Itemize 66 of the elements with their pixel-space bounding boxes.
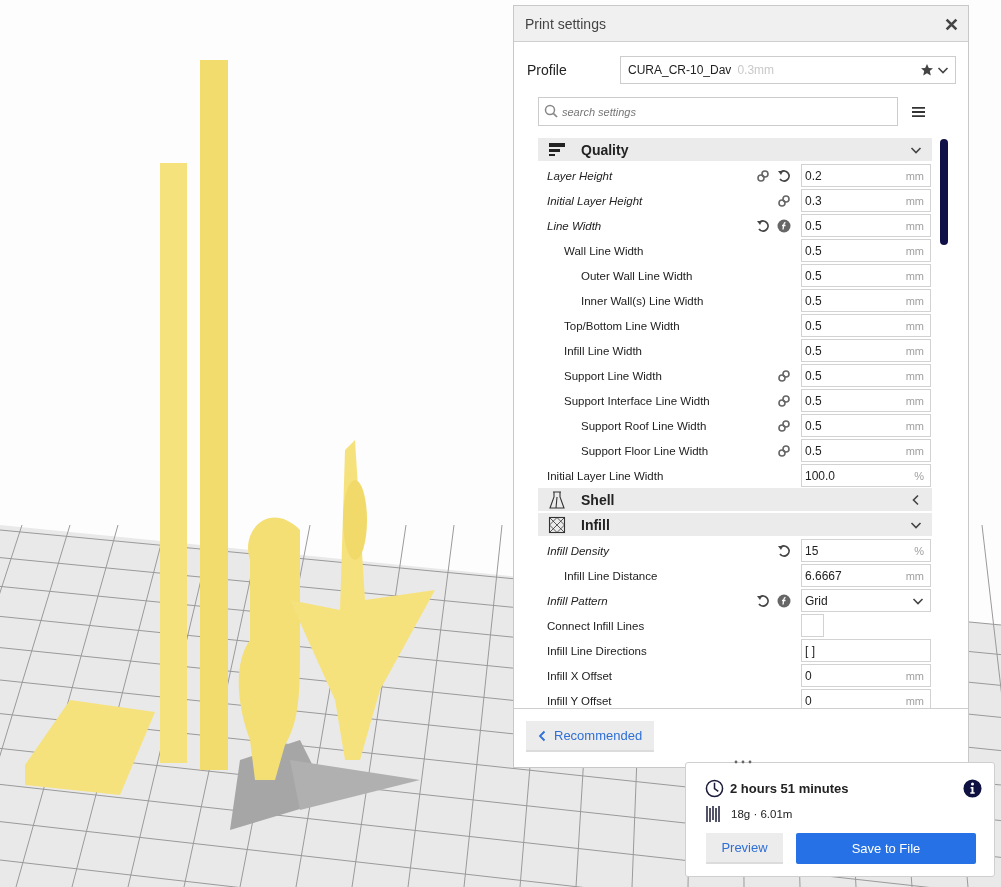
setting-label: Support Floor Line Width [580, 444, 710, 457]
clock-icon [705, 778, 724, 798]
value-field[interactable]: 0.3 mm [801, 189, 931, 212]
value-field[interactable]: 100.0 % [801, 464, 931, 487]
value-field[interactable]: 0 mm [801, 664, 931, 687]
setting-label: Infill Y Offset [546, 694, 613, 707]
drag-handle-icon[interactable] [733, 759, 753, 765]
profile-label: Profile [527, 62, 568, 78]
reset-icon[interactable] [756, 218, 770, 233]
vase-icon [548, 490, 566, 509]
setting-label: Support Roof Line Width [580, 419, 708, 432]
reset-icon[interactable] [777, 543, 791, 558]
setting-label: Initial Layer Line Width [546, 469, 665, 482]
pattern-dropdown[interactable]: Grid [801, 589, 931, 612]
bars-icon [548, 140, 566, 159]
search-icon [544, 104, 558, 118]
value-field[interactable]: 0.2 mm [801, 164, 931, 187]
info-icon[interactable] [963, 778, 982, 798]
print-time: 2 hours 51 minutes [730, 780, 850, 796]
preview-button[interactable]: Preview [706, 833, 783, 864]
scrollbar[interactable] [940, 139, 948, 245]
search-field[interactable]: search settings [538, 97, 898, 126]
setting-label: Initial Layer Height [546, 194, 644, 207]
setting-label: Infill Density [546, 544, 611, 557]
value-field[interactable]: [ ] [801, 639, 931, 662]
panel-title: Print settings [525, 15, 606, 32]
reset-icon[interactable] [777, 168, 791, 183]
value-field[interactable]: 0.5 mm [801, 239, 931, 262]
crosshatch-icon [548, 515, 566, 534]
value-field[interactable]: 0.5 mm [801, 364, 931, 387]
material-usage: 18g · 6.01m [731, 808, 793, 820]
setting-label: Support Line Width [563, 369, 663, 382]
checkbox[interactable] [801, 614, 824, 637]
value-field[interactable]: 6.6667 mm [801, 564, 931, 587]
value-field[interactable]: 0.5 mm [801, 389, 931, 412]
setting-label: Top/Bottom Line Width [563, 319, 681, 332]
recommended-button[interactable]: Recommended [526, 721, 655, 752]
value-field[interactable]: 15 % [801, 539, 931, 562]
save-button[interactable]: Save to File [796, 833, 976, 864]
setting-label: Connect Infill Lines [546, 619, 646, 632]
setting-label: Inner Wall(s) Line Width [580, 294, 705, 307]
setting-label: Infill Line Width [563, 344, 643, 357]
value-field[interactable]: 0.5 mm [801, 439, 931, 462]
value-field[interactable]: 0.5 mm [801, 414, 931, 437]
setting-label: Layer Height [546, 169, 614, 182]
value-field[interactable]: 0.5 mm [801, 289, 931, 312]
setting-label: Outer Wall Line Width [580, 269, 694, 282]
setting-label: Infill Line Distance [563, 569, 659, 582]
category-header[interactable]: Quality [538, 138, 932, 161]
setting-label: Infill Pattern [546, 594, 609, 607]
setting-label: Line Width [546, 219, 603, 232]
category-header[interactable]: Infill [538, 513, 932, 536]
category-header[interactable]: Shell [538, 488, 932, 511]
reset-icon[interactable] [756, 593, 770, 608]
filament-icon [706, 805, 722, 823]
setting-label: Support Interface Line Width [563, 394, 711, 407]
chevron-icon [538, 729, 546, 742]
value-field[interactable]: 0.5 mm [801, 264, 931, 287]
value-field[interactable]: 0.5 mm [801, 314, 931, 337]
value-field[interactable]: 0.5 mm [801, 339, 931, 362]
value-field[interactable]: 0.5 mm [801, 214, 931, 237]
value-field[interactable]: 0 mm [801, 689, 931, 708]
setting-label: Wall Line Width [563, 244, 645, 257]
setting-label: Infill X Offset [546, 669, 613, 682]
star-icon[interactable] [920, 63, 934, 77]
setting-label: Infill Line Directions [546, 644, 648, 657]
